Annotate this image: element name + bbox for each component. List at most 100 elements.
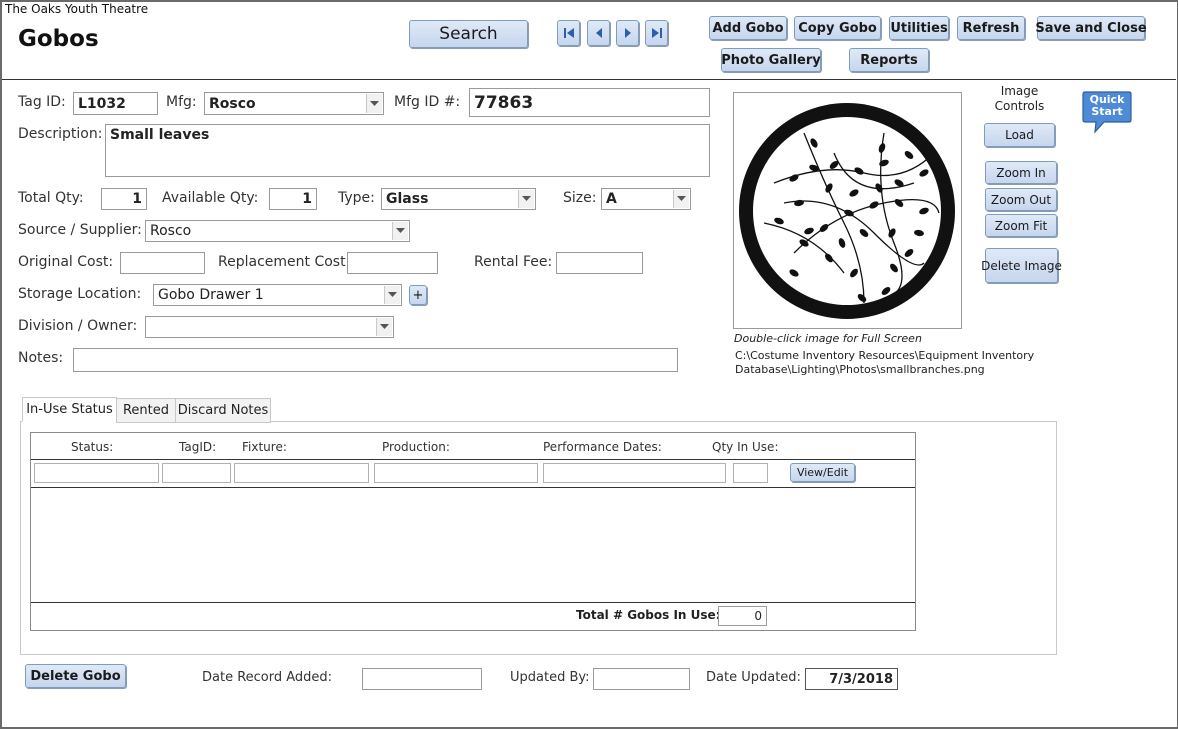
original-cost-field[interactable] [120, 252, 205, 274]
date-added-label: Date Record Added: [202, 670, 333, 685]
chevron-down-icon [522, 196, 531, 201]
org-name: The Oaks Youth Theatre [5, 2, 149, 16]
type-dropdown-arrow[interactable] [518, 190, 534, 208]
tag-id-field[interactable]: L1032 [73, 92, 158, 115]
date-added-field[interactable] [362, 668, 482, 690]
description-field[interactable]: Small leaves [105, 124, 710, 177]
mfg-id-label: Mfg ID #: [394, 94, 461, 110]
storage-location-value: Gobo Drawer 1 [158, 287, 264, 303]
mfg-dropdown-arrow[interactable] [366, 94, 382, 113]
save-and-close-button[interactable]: Save and Close [1035, 16, 1147, 40]
type-value: Glass [386, 191, 429, 207]
tab-in-use-status[interactable]: In-Use Status [22, 397, 117, 422]
performance-dates-input[interactable] [543, 463, 726, 483]
production-input[interactable] [374, 463, 538, 483]
tab-discard-notes[interactable]: Discard Notes [175, 398, 271, 423]
tab-rented[interactable]: Rented [116, 398, 176, 423]
col-status: Status: [71, 440, 114, 454]
tag-id-label: Tag ID: [18, 94, 66, 110]
type-label: Type: [338, 190, 375, 206]
photo-gallery-button[interactable]: Photo Gallery [721, 48, 821, 72]
search-button[interactable]: Search [409, 20, 528, 48]
view-edit-button[interactable]: View/Edit [790, 463, 855, 482]
total-in-use-label: Total # Gobos In Use: [576, 608, 721, 622]
updated-by-label: Updated By: [510, 670, 590, 685]
quick-start-line2: Start [1091, 105, 1123, 118]
mfg-select[interactable]: Rosco [204, 92, 384, 115]
total-qty-field[interactable]: 1 [101, 188, 147, 210]
previous-record-button[interactable] [587, 20, 610, 46]
size-dropdown-arrow[interactable] [673, 190, 689, 208]
type-select[interactable]: Glass [381, 188, 536, 210]
next-record-button[interactable] [616, 20, 639, 46]
load-image-button[interactable]: Load [984, 123, 1055, 147]
gobo-image[interactable] [734, 93, 961, 328]
qty-in-use-input[interactable] [733, 463, 768, 483]
replacement-cost-field[interactable] [347, 252, 438, 274]
available-qty-label: Available Qty: [162, 190, 259, 206]
total-in-use-field: 0 [718, 606, 767, 626]
source-dropdown-arrow[interactable] [392, 222, 408, 240]
mfg-value: Rosco [209, 95, 256, 112]
delete-image-button[interactable]: Delete Image [981, 248, 1062, 283]
subform-footer-divider [31, 602, 915, 603]
size-label: Size: [563, 190, 597, 206]
gobo-image-frame[interactable] [733, 92, 962, 329]
col-qty-in-use: Qty In Use: [712, 440, 779, 454]
col-production: Production: [382, 440, 450, 454]
total-qty-label: Total Qty: [18, 190, 84, 206]
quick-start-button[interactable]: Quick Start [1082, 90, 1132, 136]
division-owner-label: Division / Owner: [18, 318, 138, 334]
image-controls-label: Image Controls [994, 84, 1045, 113]
division-owner-select[interactable] [145, 316, 394, 338]
rental-fee-field[interactable] [556, 252, 643, 274]
add-gobo-button[interactable]: Add Gobo [709, 16, 787, 40]
status-input[interactable] [34, 463, 159, 483]
zoom-in-button[interactable]: Zoom In [985, 161, 1057, 184]
next-record-icon [624, 28, 631, 38]
col-performance-dates: Performance Dates: [543, 440, 662, 454]
first-record-icon [563, 28, 574, 38]
image-path-line2: Database\Lighting\Photos\smallbranches.p… [735, 363, 985, 376]
image-path-line1: C:\Costume Inventory Resources\Equipment… [735, 349, 1035, 362]
source-select[interactable]: Rosco [145, 220, 410, 242]
rental-fee-label: Rental Fee: [474, 254, 553, 270]
col-tagid: TagID: [179, 440, 217, 454]
notes-field[interactable] [73, 348, 678, 372]
last-record-icon [651, 28, 662, 38]
fixture-input[interactable] [234, 463, 369, 483]
utilities-button[interactable]: Utilities [889, 16, 949, 40]
zoom-out-button[interactable]: Zoom Out [985, 188, 1057, 211]
storage-dropdown-arrow[interactable] [384, 286, 400, 304]
updated-by-field[interactable] [593, 668, 690, 690]
mfg-id-field[interactable]: 77863 [469, 88, 710, 117]
chevron-down-icon [396, 228, 405, 233]
chevron-down-icon [388, 292, 397, 297]
description-label: Description: [18, 126, 103, 142]
image-path: C:\Costume Inventory Resources\Equipment… [735, 349, 1034, 377]
division-dropdown-arrow[interactable] [376, 318, 392, 336]
add-storage-location-button[interactable]: + [409, 285, 427, 305]
zoom-fit-button[interactable]: Zoom Fit [985, 214, 1057, 237]
first-record-button[interactable] [557, 20, 580, 46]
available-qty-field[interactable]: 1 [269, 188, 317, 210]
size-value: A [606, 191, 617, 207]
last-record-button[interactable] [645, 20, 668, 46]
delete-gobo-button[interactable]: Delete Gobo [25, 664, 126, 688]
reports-button[interactable]: Reports [849, 48, 929, 72]
copy-gobo-button[interactable]: Copy Gobo [794, 16, 881, 40]
refresh-button[interactable]: Refresh [957, 16, 1025, 40]
date-updated-label: Date Updated: [706, 670, 801, 685]
subform-header-divider [31, 459, 915, 460]
previous-record-icon [595, 28, 602, 38]
chevron-down-icon [370, 100, 379, 106]
date-updated-field[interactable]: 7/3/2018 [805, 668, 898, 690]
size-select[interactable]: A [601, 188, 691, 210]
storage-location-label: Storage Location: [18, 286, 142, 302]
tagid-input[interactable] [162, 463, 231, 483]
storage-location-select[interactable]: Gobo Drawer 1 [153, 284, 402, 306]
source-label: Source / Supplier: [18, 222, 142, 238]
subform-row-divider [31, 487, 915, 488]
original-cost-label: Original Cost: [18, 254, 114, 270]
chevron-down-icon [380, 324, 389, 329]
